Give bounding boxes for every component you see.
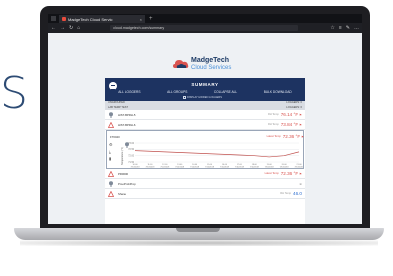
logger-reading-label: RH Temp xyxy=(267,113,279,116)
browser-tab[interactable]: MadgeTech Cloud Servic × xyxy=(59,15,145,23)
all-loggers-button[interactable]: ALL LOGGERS xyxy=(118,90,140,94)
home-icon[interactable]: ⌂ xyxy=(77,25,80,31)
logger-name: FT0040 xyxy=(110,134,120,139)
thermometer-icon xyxy=(109,180,113,187)
laptop-notch xyxy=(176,228,220,232)
madgetech-logo: MadgeTech Cloud Services xyxy=(173,57,253,75)
logger-name: PR0000 xyxy=(118,171,129,176)
logger-row[interactable]: PR0000 Latest Temp 72.36 °F ⚑ xyxy=(105,169,305,179)
settings-icon[interactable]: ⚙ xyxy=(109,143,113,147)
favicon-icon xyxy=(62,17,66,21)
thermometer-icon xyxy=(109,111,113,118)
y-axis-label: Temperature (°F) xyxy=(121,147,124,165)
logger-reading-value: 72.36 °F xyxy=(280,171,299,176)
summary-title: SUMMARY xyxy=(191,82,219,87)
logger-name: HIST-BPRH-5 xyxy=(118,112,136,117)
laptop-screen: MadgeTech Cloud Servic × + ← → ↻ ⌂ cloud… xyxy=(48,14,362,224)
alarm-bell-icon xyxy=(108,170,114,177)
cloud-logo-icon xyxy=(173,60,189,68)
background-letter: S xyxy=(0,68,28,119)
summary-header: SUMMARY ALL LOGGERS ALL GROUPS COLLAPSE … xyxy=(105,78,305,101)
more-icon[interactable]: … xyxy=(354,25,359,31)
window-icon xyxy=(51,16,56,21)
bulk-download-button[interactable]: BULK DOWNLOAD xyxy=(264,90,292,94)
logo-line-1: MadgeTech xyxy=(191,57,229,64)
y-tick-label: 73.00 xyxy=(128,143,134,145)
logger-reading-value: 46.0 xyxy=(293,191,302,196)
logo-line-2: Cloud Services xyxy=(191,65,232,71)
logger-reading-label: RH Temp xyxy=(267,123,279,126)
laptop-shadow xyxy=(20,240,378,246)
hub-icon[interactable]: ≡ xyxy=(339,25,342,31)
download-icon[interactable]: ⤓ xyxy=(109,150,113,154)
logger-name: ProoProbProp xyxy=(118,181,136,186)
add-icon[interactable]: ⊕ xyxy=(299,182,302,186)
url-input[interactable]: cloud.madgetech.com/summary xyxy=(110,25,299,31)
summary-panel: SUMMARY ALL LOGGERS ALL GROUPS COLLAPSE … xyxy=(105,78,305,224)
logger-row[interactable]: HIST-BPRH-6 RH Temp 73.84 °F ⚑ xyxy=(105,120,305,130)
logger-reading-label: Latest Temp xyxy=(264,172,279,175)
temperature-chart: Temperature (°F)73.0072.5072.0071.5010:0… xyxy=(121,142,303,169)
laptop-scene: S MadgeTech Cloud Servic × + ← → ↻ ⌂ clo… xyxy=(0,0,393,276)
logger-reading-value: 76.14 °F xyxy=(280,112,299,117)
refresh-icon[interactable]: ↻ xyxy=(69,25,73,31)
summary-actions: ALL LOGGERS ALL GROUPS COLLAPSE ALL BULK… xyxy=(105,90,305,94)
address-bar: ← → ↻ ⌂ cloud.madgetech.com/summary ☆ ≡ … xyxy=(48,23,362,33)
alarm-flag-icon: ⚑ xyxy=(301,134,304,139)
display-hidden-checkbox[interactable]: DISPLAY HIDDEN LOGGERS xyxy=(183,96,222,99)
logger-row[interactable]: Shane RH Temp 46.0 xyxy=(105,189,305,199)
checkbox-label: DISPLAY HIDDEN LOGGERS xyxy=(187,96,222,100)
alarm-bell-icon xyxy=(108,121,114,128)
chart-side-tools: ⚙ ⤓ ▮ xyxy=(109,143,113,161)
browser-tab-bar: MadgeTech Cloud Servic × + xyxy=(48,14,362,23)
new-tab-button[interactable]: + xyxy=(149,16,153,22)
favorite-icon[interactable]: ☆ xyxy=(330,25,334,31)
forward-icon[interactable]: → xyxy=(60,25,65,31)
logger-reading-value: 73.84 °F xyxy=(280,122,299,127)
logger-row[interactable]: ProoProbProp ⊕ xyxy=(105,179,305,189)
tab-title: MadgeTech Cloud Servic xyxy=(68,16,113,22)
notes-icon[interactable]: ✎ xyxy=(346,25,350,31)
y-tick-label: 72.00 xyxy=(128,155,134,157)
collapse-all-button[interactable]: COLLAPSE ALL xyxy=(214,90,237,94)
alarm-flag-icon: ⚑ xyxy=(299,112,302,117)
checkbox-icon[interactable] xyxy=(183,96,186,99)
logger-row-expanded[interactable]: FT0040 Latest Temp 72.36 °F ⚑ xyxy=(110,132,304,148)
logger-name: Shane xyxy=(118,191,127,196)
logger-reading-label: Latest Temp xyxy=(266,135,281,138)
series-line xyxy=(134,150,300,158)
web-page: MadgeTech Cloud Services SUMMARY ALL LOG… xyxy=(48,33,362,224)
back-icon[interactable]: ← xyxy=(51,25,56,31)
logger-row[interactable]: HIST-BPRH-5 RH Temp 76.14 °F ⚑ xyxy=(105,110,305,120)
alarm-flag-icon: ⚑ xyxy=(299,122,302,127)
logger-reading-value: 72.36 °F xyxy=(282,134,301,139)
alarm-bell-icon xyxy=(108,190,114,197)
tab-close-icon[interactable]: × xyxy=(140,17,142,22)
logger-reading-label: RH Temp xyxy=(280,192,292,195)
logger-chart-card: FT0040 Latest Temp 72.36 °F ⚑ ⚙ ⤓ ▮ Temp… xyxy=(106,130,304,169)
y-tick-label: 72.50 xyxy=(128,149,134,151)
alarm-flag-icon: ⚑ xyxy=(299,171,302,176)
delete-icon[interactable]: ▮ xyxy=(109,157,113,161)
logger-name: HIST-BPRH-6 xyxy=(118,122,136,127)
all-groups-button[interactable]: ALL GROUPS xyxy=(167,90,187,94)
